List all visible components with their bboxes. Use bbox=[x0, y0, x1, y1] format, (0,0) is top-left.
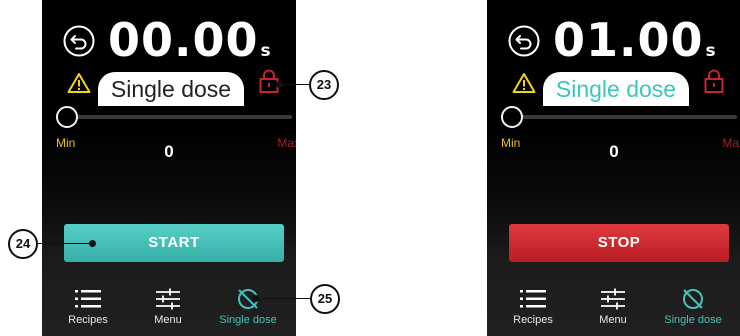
mode-label: Single dose bbox=[110, 76, 232, 102]
callout-24-badge: 24 bbox=[8, 229, 38, 259]
nav-menu-label: Menu bbox=[154, 314, 182, 326]
nav-single-dose[interactable]: Single dose bbox=[206, 288, 290, 336]
dose-slider-track[interactable] bbox=[64, 115, 292, 119]
grind-time-value: 01.00 bbox=[553, 13, 704, 67]
nav-single-dose-label: Single dose bbox=[219, 314, 277, 326]
grind-time-display: 00.00 s bbox=[108, 14, 271, 66]
warning-icon bbox=[67, 73, 91, 93]
nav-menu[interactable]: Menu bbox=[146, 288, 190, 336]
nav-single-dose-label: Single dose bbox=[664, 314, 722, 326]
dose-slider-thumb[interactable] bbox=[501, 106, 523, 128]
dose-slider-thumb[interactable] bbox=[56, 106, 78, 128]
callout-23-badge: 23 bbox=[309, 70, 339, 100]
callout-23-line bbox=[280, 84, 309, 85]
list-icon bbox=[75, 290, 101, 308]
slider-value: 0 bbox=[609, 142, 619, 161]
nav-recipes[interactable]: Recipes bbox=[503, 288, 563, 336]
nav-single-dose[interactable]: Single dose bbox=[651, 288, 735, 336]
nav-menu[interactable]: Menu bbox=[591, 288, 635, 336]
dose-slider-track[interactable] bbox=[509, 115, 737, 119]
grind-time-unit: s bbox=[705, 41, 716, 61]
nav-menu-label: Menu bbox=[599, 314, 627, 326]
grind-time-display: 01.00 s bbox=[553, 14, 716, 66]
device-screen-right: 01.00s Single dose Min Max 0 STOP Recipe… bbox=[487, 0, 740, 336]
callout-25-badge: 25 bbox=[310, 284, 340, 314]
warning-icon bbox=[512, 73, 536, 93]
single-dose-icon bbox=[683, 289, 703, 309]
nav-recipes[interactable]: Recipes bbox=[58, 288, 118, 336]
back-arrow-icon[interactable] bbox=[62, 24, 96, 58]
callout-25-line bbox=[256, 298, 310, 299]
lock-icon[interactable] bbox=[703, 68, 725, 94]
callout-24-dot bbox=[89, 240, 96, 247]
back-arrow-icon[interactable] bbox=[507, 24, 541, 58]
mode-label: Single dose bbox=[555, 76, 677, 102]
grind-time-unit: s bbox=[260, 41, 271, 61]
stop-button[interactable]: STOP bbox=[509, 224, 729, 262]
start-button[interactable]: START bbox=[64, 224, 284, 262]
nav-recipes-label: Recipes bbox=[68, 314, 108, 326]
list-icon bbox=[520, 290, 546, 308]
nav-recipes-label: Recipes bbox=[513, 314, 553, 326]
grind-time-value: 00.00 bbox=[108, 13, 259, 67]
slider-value: 0 bbox=[164, 142, 174, 161]
device-screen-left: 00.00s Single dose Min Max 0 START Recip… bbox=[42, 0, 296, 336]
sliders-icon bbox=[156, 288, 180, 310]
sliders-icon bbox=[601, 288, 625, 310]
callout-24-line bbox=[38, 243, 92, 244]
